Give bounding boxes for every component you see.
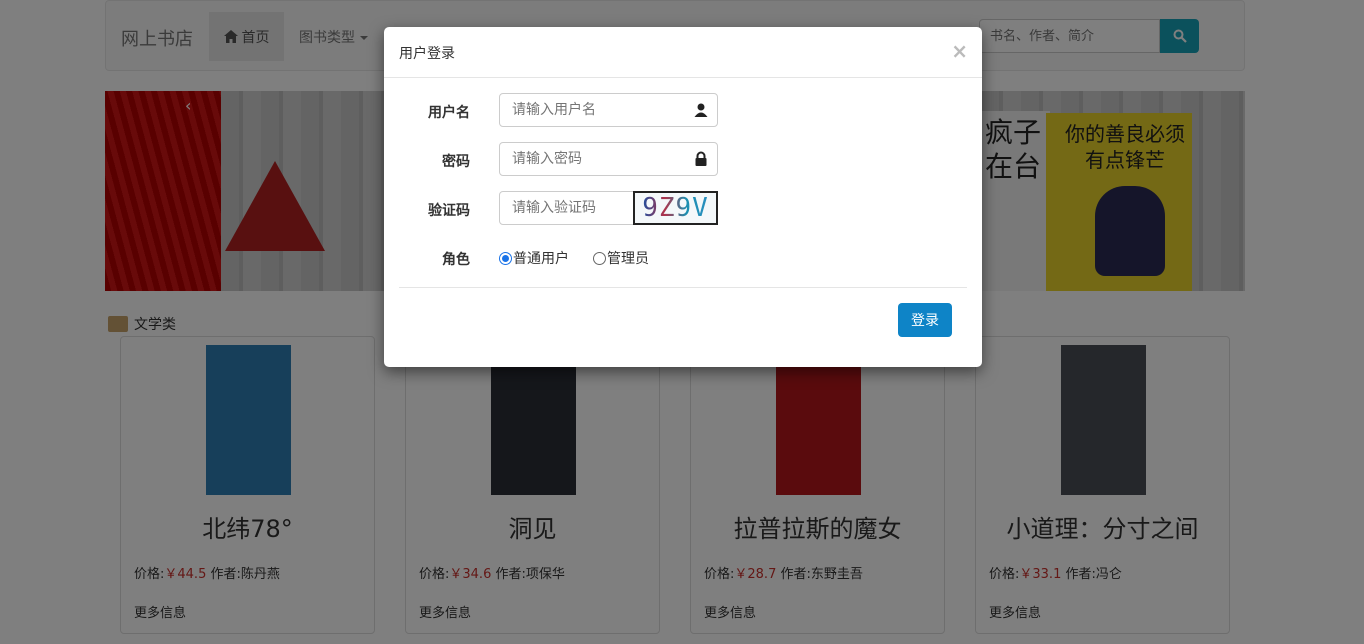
lock-icon [695, 151, 707, 166]
password-label: 密码 [442, 154, 470, 170]
role-user-label[interactable]: 普通用户 [513, 248, 569, 268]
captcha-image[interactable]: 9Z9V [633, 191, 718, 225]
username-input[interactable] [499, 93, 718, 127]
captcha-input[interactable] [499, 191, 634, 225]
modal-divider [399, 287, 967, 288]
close-icon[interactable]: × [951, 39, 968, 63]
modal-title: 用户登录 [399, 46, 455, 62]
role-radio-group: 普通用户 管理员 [499, 248, 649, 268]
role-user-radio[interactable] [499, 251, 512, 265]
username-label: 用户名 [428, 105, 470, 121]
user-icon [694, 103, 708, 117]
login-button[interactable]: 登录 [898, 303, 952, 337]
role-admin-radio[interactable] [593, 251, 606, 265]
role-admin-label[interactable]: 管理员 [607, 248, 649, 268]
password-input[interactable] [499, 142, 718, 176]
captcha-text: 9Z9V [642, 193, 709, 223]
modal-header: 用户登录 × [384, 27, 982, 78]
captcha-label: 验证码 [428, 203, 470, 219]
role-label: 角色 [442, 252, 470, 268]
login-modal: 用户登录 × 用户名 密码 验证码 9Z9V 角色 普通用户 管理员 登录 [384, 27, 982, 367]
